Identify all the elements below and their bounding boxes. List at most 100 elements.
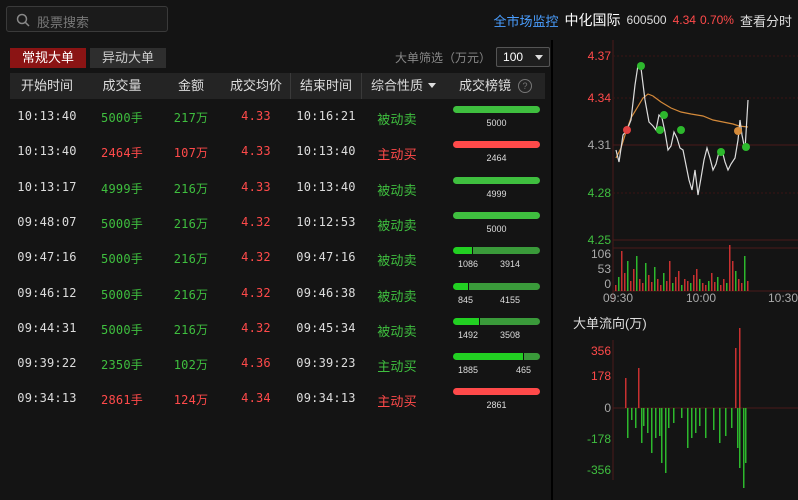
flow-bar [713,408,715,430]
col-avg-price[interactable]: 成交均价 [222,73,291,99]
flow-tick: -356 [587,463,611,477]
volume-bar [669,261,671,291]
col-end-time[interactable]: 结束时间 [291,73,362,99]
cell-nature: 被动卖 [377,217,417,233]
cell-vol: 2350手 [101,358,143,373]
volume-bar [726,283,728,291]
sell-marker[interactable] [637,62,645,70]
sell-marker[interactable] [656,126,664,134]
flow-bar [625,378,627,408]
search-input[interactable]: 股票搜索 [37,12,89,31]
cell-nature: 被动卖 [377,112,417,127]
cell-nature: 被动卖 [377,288,417,304]
cell-amt: 216万 [173,216,209,231]
search-box[interactable]: 股票搜索 [6,6,168,32]
volume-bar [717,277,719,291]
flow-bar [638,368,640,408]
volume-bar [660,285,662,291]
table-row[interactable]: 10:13:17 4999手 216万 4.33 10:13:40 被动卖 4999 [10,170,545,205]
cell-amt: 216万 [173,322,209,337]
cell-end: 09:47:16 [296,250,356,265]
table-row[interactable]: 10:13:40 2464手 107万 4.33 10:13:40 主动买 2464 [10,134,545,169]
flow-bar [655,408,657,438]
volume-bar [729,245,731,291]
volume-bar [648,275,650,291]
cell-vol: 2861手 [101,393,143,408]
cell-start: 09:34:13 [17,391,77,406]
volume-tick: 0 [604,277,611,291]
volume-bar [687,281,689,291]
tab-unusual-large-orders[interactable]: 异动大单 [90,48,167,68]
table-row[interactable]: 09:46:12 5000手 216万 4.32 09:46:38 被动卖 845 4155 [10,276,545,311]
cell-amt: 217万 [173,111,209,125]
view-intraday-link[interactable]: 查看分时 [740,11,792,30]
price-tick: 4.34 [588,91,612,105]
cell-nature: 被动卖 [377,253,417,269]
volume-bar [651,282,653,291]
cell-end: 10:13:40 [296,144,356,159]
volume-bar [624,273,626,291]
cell-vol: 4999手 [101,181,143,196]
col-nature[interactable]: 综合性质 [362,73,432,99]
cell-start: 09:46:12 [17,285,77,300]
table-row[interactable]: 09:48:07 5000手 216万 4.32 10:12:53 被动卖 5000 [10,205,545,240]
market-monitor-link[interactable]: 全市场监控 [494,11,559,30]
flow-bar [739,408,741,468]
col-amount[interactable]: 金额 [160,73,222,99]
flow-tick: 0 [604,401,611,415]
sort-down-icon[interactable] [428,83,436,88]
stock-change: 0.70% [699,13,734,27]
table-row[interactable]: 09:34:13 2861手 124万 4.34 09:34:13 主动买 2861 [10,381,545,416]
flow-tick: 356 [591,344,611,358]
sell-marker[interactable] [677,126,685,134]
mixed-marker[interactable] [734,127,742,135]
volume-bar [714,282,716,291]
flow-bar [725,408,727,436]
flow-bar [739,328,741,408]
table-row[interactable]: 09:44:31 5000手 216万 4.32 09:45:34 被动卖 1492 3508 [10,311,545,346]
cell-amt: 107万 [173,146,209,161]
volume-bar [720,285,722,291]
volume-bar [666,281,668,291]
stock-name: 中化国际 [564,12,621,28]
flow-bar [651,408,653,453]
bar-value-left: 1086 [458,259,479,270]
bar-value: 5000 [486,118,507,128]
table-row[interactable]: 10:13:40 5000手 217万 4.33 10:16:21 被动卖 5000 [10,99,545,134]
volume-bar [735,271,737,291]
tab-bar: 常规大单 异动大单 [10,48,170,68]
sell-marker[interactable] [742,143,750,151]
col-trade-ranking[interactable]: 成交榜镜 [450,73,520,99]
volume-bar [708,281,710,291]
trade-ratio-bar [453,106,540,113]
flow-bar [627,408,629,438]
volume-bar [627,261,629,291]
cell-end: 09:34:13 [296,391,356,406]
sell-marker[interactable] [717,148,725,156]
help-icon[interactable]: ? [518,79,532,93]
volume-bar [696,269,698,291]
tab-regular-large-orders[interactable]: 常规大单 [10,48,87,68]
volume-bar [645,263,647,291]
buy-marker[interactable] [623,126,631,134]
cell-start: 09:47:16 [17,250,77,265]
time-tick: 09:30 [603,291,633,305]
flow-bar [665,408,667,473]
filter-label: 大单筛选（万元） [395,50,492,65]
price-tick: 4.25 [588,233,612,247]
cell-avg: 4.32 [241,214,271,229]
table-row[interactable]: 09:47:16 5000手 216万 4.32 09:47:16 被动卖 1086 3914 [10,240,545,275]
filter-select[interactable]: 100 [496,47,551,67]
table-row[interactable]: 09:39:22 2350手 102万 4.36 09:39:23 主动买 1885 465 [10,346,545,381]
trade-ratio-bar [453,247,540,255]
volume-bar [738,279,740,291]
price-tick: 4.37 [588,49,612,63]
cell-avg: 4.36 [241,356,271,371]
cell-start: 09:44:31 [17,320,77,335]
sell-marker[interactable] [660,111,668,119]
volume-bar [618,277,620,291]
col-start-time[interactable]: 开始时间 [10,73,84,99]
volume-bar [636,256,638,291]
bar-value-left: 1492 [458,329,479,340]
col-volume[interactable]: 成交量 [84,73,160,99]
